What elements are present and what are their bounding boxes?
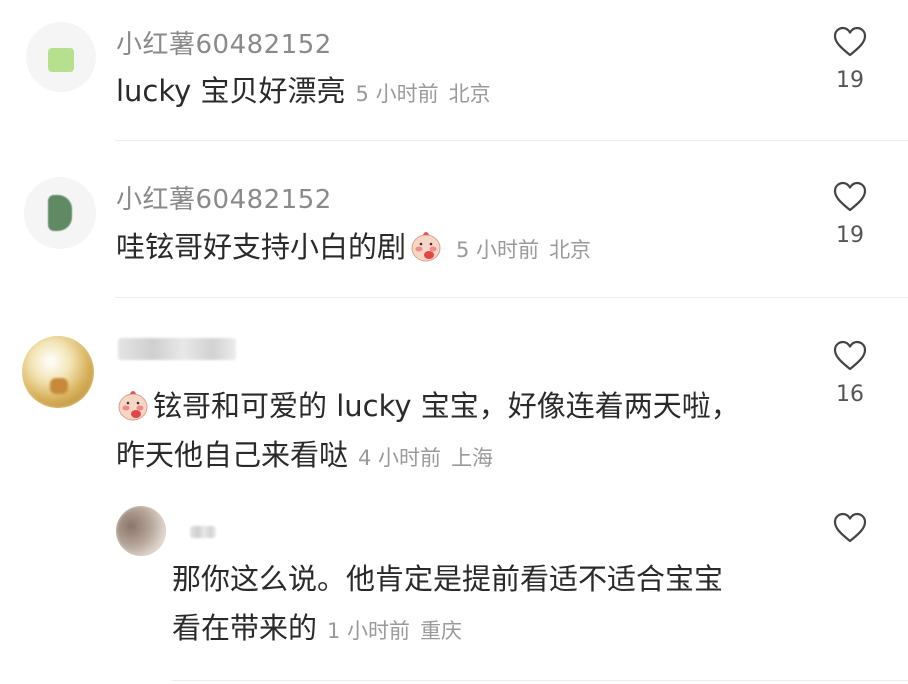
avatar[interactable] [22,336,94,408]
heart-outline-icon[interactable] [833,512,867,544]
username[interactable] [190,526,216,538]
like-button[interactable]: 19 [820,181,880,248]
like-count: 16 [836,382,864,407]
comment-list: 小红薯60482152 lucky 宝贝好漂亮 5 小时前 北京 19 小红薯604… [0,0,908,684]
comment-item: 铉哥和可爱的 lucky 宝宝，好像连着两天啦， 昨天他自己来看哒 4 小时前 上海… [0,298,908,498]
comment-body: lucky 宝贝好漂亮 [116,74,346,108]
comment-time: 5 小时前 [456,238,540,262]
comment-text[interactable]: lucky 宝贝好漂亮 5 小时前 北京 [116,74,491,111]
like-button[interactable] [820,512,880,554]
avatar-image [50,378,68,394]
heart-outline-icon[interactable] [833,340,867,372]
heart-outline-icon[interactable] [833,26,867,58]
comment-location: 北京 [448,82,491,106]
comment-text-line1[interactable]: 那你这么说。他肯定是提前看适不适合宝宝 [172,562,723,596]
like-button[interactable]: 16 [820,340,880,407]
avatar-image [48,195,72,231]
comment-time: 5 小时前 [355,82,439,106]
reply-item: 那你这么说。他肯定是提前看适不适合宝宝 看在带来的 1 小时前 重庆 [0,498,908,684]
avatar-image [48,48,74,72]
like-count: 19 [836,223,864,248]
comment-location: 重庆 [420,619,463,643]
heart-outline-icon[interactable] [833,181,867,213]
avatar[interactable] [24,177,96,249]
comment-text[interactable]: 哇铉哥好支持小白的剧 5 小时前 北京 [116,229,591,267]
shy-face-emoji-icon [411,232,441,262]
comment-text-line2[interactable]: 昨天他自己来看哒 4 小时前 上海 [116,438,493,475]
comment-body: 铉哥和可爱的 lucky 宝宝，好像连着两天啦， [153,389,740,423]
comment-text-line2[interactable]: 看在带来的 1 小时前 重庆 [172,611,462,648]
comment-item: 小红薯60482152 哇铉哥好支持小白的剧 5 小时前 北京 19 [0,141,908,297]
divider [172,680,908,681]
like-count: 19 [836,68,864,93]
comment-body: 哇铉哥好支持小白的剧 [116,230,407,264]
comment-body: 那你这么说。他肯定是提前看适不适合宝宝 [172,562,724,596]
comment-location: 北京 [549,238,592,262]
avatar[interactable] [26,22,96,92]
comment-location: 上海 [451,446,494,470]
like-button[interactable]: 19 [820,26,880,93]
comment-body: 看在带来的 [172,611,318,645]
comment-text-line1[interactable]: 铉哥和可爱的 lucky 宝宝，好像连着两天啦， [116,388,740,423]
comment-body: 昨天他自己来看哒 [116,438,349,472]
username[interactable]: 小红薯60482152 [116,24,332,61]
comment-time: 4 小时前 [358,446,442,470]
avatar[interactable] [116,506,166,556]
comment-item: 小红薯60482152 lucky 宝贝好漂亮 5 小时前 北京 19 [0,0,908,140]
username[interactable]: 小红薯60482152 [116,179,332,216]
username[interactable] [118,338,236,360]
shy-face-emoji-icon [118,391,148,421]
comment-time: 1 小时前 [327,619,411,643]
avatar-image [116,506,166,556]
avatar-image [22,336,94,408]
